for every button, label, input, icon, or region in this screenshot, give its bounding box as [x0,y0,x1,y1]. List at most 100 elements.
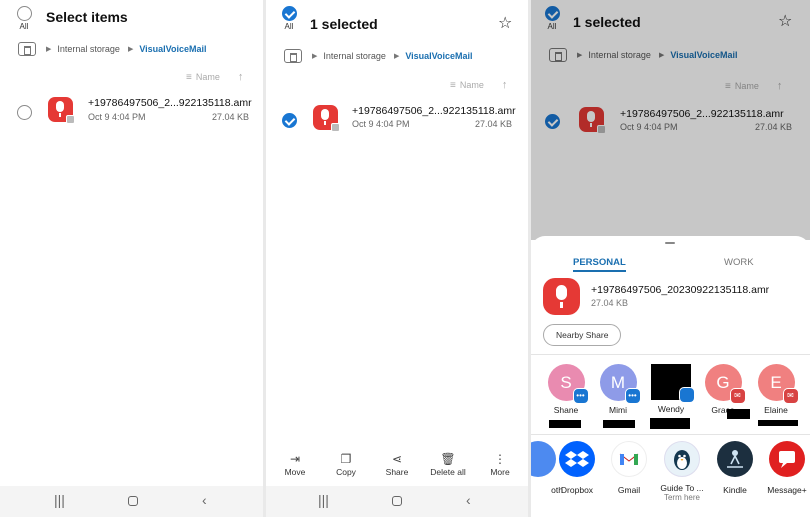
file-date: Oct 9 4:04 PM [352,119,410,129]
trash-icon: 🗑 [440,452,456,466]
more-label: More [490,467,510,477]
home-button-icon[interactable] [392,496,402,506]
page-title: 1 selected [310,16,378,32]
home-icon[interactable] [284,49,302,63]
voice-file-icon [48,97,75,124]
message-plus-icon [769,441,805,477]
recents-icon[interactable]: ||| [318,492,329,508]
redaction-bar [727,409,750,419]
contact-shane[interactable]: S ••• Shane [545,364,589,415]
file-row[interactable]: +19786497506_2...922135118.amr Oct 9 4:0… [0,96,263,132]
share-file-name: +19786497506_20230922135118.amr [591,284,770,296]
breadcrumb-root[interactable]: Internal storage [323,51,386,61]
share-button[interactable]: ⋖ Share [375,452,419,477]
file-select-checkbox[interactable] [282,113,297,128]
voice-file-icon [313,105,340,132]
breadcrumb-current[interactable]: VisualVoiceMail [139,44,206,54]
nearby-share-button[interactable]: Nearby Share [543,324,622,346]
app-label: Message+ [767,485,807,495]
contact-mimi[interactable]: M ••• Mimi [597,364,641,415]
select-all-checkbox[interactable]: All [277,6,301,31]
sheet-handle[interactable] [665,242,675,244]
avatar: S ••• [547,364,589,404]
app-guide[interactable]: Guide To ... Term here [653,441,711,502]
sort-direction-icon[interactable]: ↑ [502,79,508,91]
contact-name: Shane [553,405,579,415]
select-all-checkbox[interactable]: All [12,6,36,31]
breadcrumb-current[interactable]: VisualVoiceMail [405,51,472,61]
divider [531,354,810,355]
tab-personal[interactable]: PERSONAL [573,257,626,272]
chevron-right-icon: ▶ [393,53,400,60]
avatar: M ••• [599,364,641,404]
copy-label: Copy [336,467,356,477]
message-icon: ••• [572,388,589,404]
tab-work[interactable]: WORK [724,257,754,268]
avatar-initial: M [610,373,626,392]
file-select-checkbox[interactable] [17,105,32,120]
guide-app-icon [664,441,700,477]
action-bar: ⇥ Move ❐ Copy ⋖ Share 🗑 Delete all ⋮ Mor… [266,452,528,482]
copy-icon: ❐ [340,452,352,466]
home-button-icon[interactable] [128,496,138,506]
select-all-circle-icon [16,6,32,21]
dropbox-icon [559,441,595,477]
avatar-initial: E [770,373,782,392]
mail-icon: ✉ [729,388,746,404]
share-file-size: 27.04 KB [591,298,629,308]
copy-button[interactable]: ❐ Copy [324,452,368,477]
share-icon: ⋖ [391,452,403,466]
panel-select-items: All Select items ▶ Internal storage ▶ Vi… [0,0,263,517]
select-all-checked-icon [281,6,297,21]
back-icon[interactable]: ‹ [202,492,207,508]
message-icon [679,387,695,403]
panel-share-sheet: All 1 selected ☆ ▶ Internal storage ▶ Vi… [531,0,810,517]
file-row[interactable]: +19786497506_2...922135118.amr Oct 9 4:0… [266,104,528,140]
redaction-bar [758,420,798,426]
move-button[interactable]: ⇥ Move [273,452,317,477]
redaction-bar [549,420,581,428]
avatar: G ✉ [704,364,746,404]
app-sublabel: Term here [663,493,700,502]
sort-icon: ≡ [186,71,192,83]
app-message-plus[interactable]: Message+ [758,441,810,495]
file-name: +19786497506_2...922135118.amr [352,105,516,117]
sort-control[interactable]: ≡ Name ↑ [186,71,243,83]
sort-direction-icon[interactable]: ↑ [238,71,244,83]
avatar-initial: G [716,373,730,392]
back-icon[interactable]: ‹ [466,492,471,508]
nav-bar: ||| ‹ [266,486,528,517]
more-icon: ⋮ [494,452,506,466]
app-label: Kindle [723,485,747,495]
more-button[interactable]: ⋮ More [478,452,522,477]
select-all-label: All [284,22,294,31]
contact-name: Elaine [764,405,788,415]
breadcrumb: ▶ Internal storage ▶ VisualVoiceMail [284,49,473,63]
chevron-right-icon: ▶ [127,46,134,53]
app-dropbox[interactable]: Dropbox [548,441,606,495]
app-label: Dropbox [560,485,594,495]
delete-all-button[interactable]: 🗑 Delete all [426,452,470,477]
recents-icon[interactable]: ||| [54,492,65,508]
share-sheet: PERSONAL WORK +19786497506_2023092213511… [531,236,810,517]
app-label: Gmail [617,485,641,495]
select-all-label: All [19,22,29,31]
avatar-initial: S [560,373,572,392]
dim-overlay[interactable] [531,0,810,240]
breadcrumb-root[interactable]: Internal storage [57,44,120,54]
home-icon[interactable] [18,42,36,56]
avatar [651,364,695,403]
contact-wendy[interactable]: Wendy [650,364,695,414]
star-icon[interactable]: ☆ [498,13,512,33]
contact-grace[interactable]: G ✉ Grace [702,364,746,415]
app-gmail[interactable]: Gmail [600,441,658,495]
kindle-icon [717,441,753,477]
contact-name: Mimi [609,405,627,415]
delete-all-label: Delete all [430,467,466,477]
app-kindle[interactable]: Kindle [706,441,764,495]
nav-bar: ||| ‹ [0,486,263,517]
voice-file-icon [543,278,580,315]
sort-control[interactable]: ≡ Name ↑ [450,79,507,91]
contact-elaine[interactable]: E ✉ Elaine [755,364,799,415]
redaction-bar [603,420,635,428]
